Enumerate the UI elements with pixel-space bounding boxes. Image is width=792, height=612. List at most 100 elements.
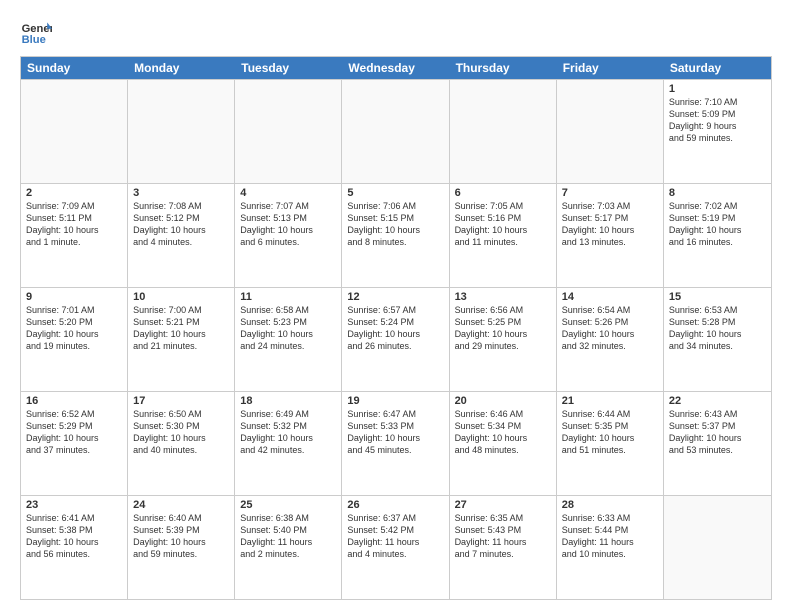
calendar-row-1: 2Sunrise: 7:09 AM Sunset: 5:11 PM Daylig…	[21, 183, 771, 287]
logo: General Blue	[20, 16, 56, 48]
calendar-row-4: 23Sunrise: 6:41 AM Sunset: 5:38 PM Dayli…	[21, 495, 771, 599]
day-text: Sunrise: 6:44 AM Sunset: 5:35 PM Dayligh…	[562, 408, 658, 457]
day-number: 16	[26, 395, 122, 407]
day-text: Sunrise: 6:54 AM Sunset: 5:26 PM Dayligh…	[562, 304, 658, 353]
day-number: 3	[133, 187, 229, 199]
day-cell-11: 11Sunrise: 6:58 AM Sunset: 5:23 PM Dayli…	[235, 288, 342, 391]
day-cell-5: 5Sunrise: 7:06 AM Sunset: 5:15 PM Daylig…	[342, 184, 449, 287]
day-number: 21	[562, 395, 658, 407]
calendar-row-2: 9Sunrise: 7:01 AM Sunset: 5:20 PM Daylig…	[21, 287, 771, 391]
header-cell-friday: Friday	[557, 57, 664, 79]
day-cell-9: 9Sunrise: 7:01 AM Sunset: 5:20 PM Daylig…	[21, 288, 128, 391]
calendar-row-0: 1Sunrise: 7:10 AM Sunset: 5:09 PM Daylig…	[21, 79, 771, 183]
day-number: 25	[240, 499, 336, 511]
day-text: Sunrise: 6:50 AM Sunset: 5:30 PM Dayligh…	[133, 408, 229, 457]
day-cell-16: 16Sunrise: 6:52 AM Sunset: 5:29 PM Dayli…	[21, 392, 128, 495]
day-cell-14: 14Sunrise: 6:54 AM Sunset: 5:26 PM Dayli…	[557, 288, 664, 391]
day-number: 7	[562, 187, 658, 199]
day-text: Sunrise: 7:00 AM Sunset: 5:21 PM Dayligh…	[133, 304, 229, 353]
day-number: 18	[240, 395, 336, 407]
day-text: Sunrise: 7:02 AM Sunset: 5:19 PM Dayligh…	[669, 200, 766, 249]
day-text: Sunrise: 6:47 AM Sunset: 5:33 PM Dayligh…	[347, 408, 443, 457]
day-cell-24: 24Sunrise: 6:40 AM Sunset: 5:39 PM Dayli…	[128, 496, 235, 599]
calendar: SundayMondayTuesdayWednesdayThursdayFrid…	[20, 56, 772, 600]
day-number: 15	[669, 291, 766, 303]
logo-icon: General Blue	[20, 16, 52, 48]
day-cell-15: 15Sunrise: 6:53 AM Sunset: 5:28 PM Dayli…	[664, 288, 771, 391]
day-text: Sunrise: 6:58 AM Sunset: 5:23 PM Dayligh…	[240, 304, 336, 353]
calendar-row-3: 16Sunrise: 6:52 AM Sunset: 5:29 PM Dayli…	[21, 391, 771, 495]
day-cell-22: 22Sunrise: 6:43 AM Sunset: 5:37 PM Dayli…	[664, 392, 771, 495]
day-number: 5	[347, 187, 443, 199]
day-cell-27: 27Sunrise: 6:35 AM Sunset: 5:43 PM Dayli…	[450, 496, 557, 599]
calendar-body: 1Sunrise: 7:10 AM Sunset: 5:09 PM Daylig…	[21, 79, 771, 599]
day-number: 4	[240, 187, 336, 199]
day-cell-20: 20Sunrise: 6:46 AM Sunset: 5:34 PM Dayli…	[450, 392, 557, 495]
day-number: 26	[347, 499, 443, 511]
day-cell-17: 17Sunrise: 6:50 AM Sunset: 5:30 PM Dayli…	[128, 392, 235, 495]
day-text: Sunrise: 6:49 AM Sunset: 5:32 PM Dayligh…	[240, 408, 336, 457]
day-cell-21: 21Sunrise: 6:44 AM Sunset: 5:35 PM Dayli…	[557, 392, 664, 495]
day-text: Sunrise: 7:07 AM Sunset: 5:13 PM Dayligh…	[240, 200, 336, 249]
empty-cell-0-3	[342, 80, 449, 183]
day-number: 11	[240, 291, 336, 303]
day-number: 28	[562, 499, 658, 511]
day-text: Sunrise: 6:52 AM Sunset: 5:29 PM Dayligh…	[26, 408, 122, 457]
day-text: Sunrise: 6:46 AM Sunset: 5:34 PM Dayligh…	[455, 408, 551, 457]
day-cell-10: 10Sunrise: 7:00 AM Sunset: 5:21 PM Dayli…	[128, 288, 235, 391]
day-text: Sunrise: 6:35 AM Sunset: 5:43 PM Dayligh…	[455, 512, 551, 561]
day-number: 24	[133, 499, 229, 511]
empty-cell-0-5	[557, 80, 664, 183]
empty-cell-0-1	[128, 80, 235, 183]
day-cell-28: 28Sunrise: 6:33 AM Sunset: 5:44 PM Dayli…	[557, 496, 664, 599]
day-number: 8	[669, 187, 766, 199]
day-cell-6: 6Sunrise: 7:05 AM Sunset: 5:16 PM Daylig…	[450, 184, 557, 287]
day-cell-23: 23Sunrise: 6:41 AM Sunset: 5:38 PM Dayli…	[21, 496, 128, 599]
day-number: 19	[347, 395, 443, 407]
header-cell-monday: Monday	[128, 57, 235, 79]
day-text: Sunrise: 7:08 AM Sunset: 5:12 PM Dayligh…	[133, 200, 229, 249]
day-cell-4: 4Sunrise: 7:07 AM Sunset: 5:13 PM Daylig…	[235, 184, 342, 287]
day-cell-1: 1Sunrise: 7:10 AM Sunset: 5:09 PM Daylig…	[664, 80, 771, 183]
day-text: Sunrise: 6:40 AM Sunset: 5:39 PM Dayligh…	[133, 512, 229, 561]
header-cell-sunday: Sunday	[21, 57, 128, 79]
day-text: Sunrise: 7:09 AM Sunset: 5:11 PM Dayligh…	[26, 200, 122, 249]
day-number: 12	[347, 291, 443, 303]
day-cell-13: 13Sunrise: 6:56 AM Sunset: 5:25 PM Dayli…	[450, 288, 557, 391]
day-number: 10	[133, 291, 229, 303]
day-text: Sunrise: 6:57 AM Sunset: 5:24 PM Dayligh…	[347, 304, 443, 353]
day-cell-25: 25Sunrise: 6:38 AM Sunset: 5:40 PM Dayli…	[235, 496, 342, 599]
day-text: Sunrise: 7:05 AM Sunset: 5:16 PM Dayligh…	[455, 200, 551, 249]
day-number: 17	[133, 395, 229, 407]
day-cell-8: 8Sunrise: 7:02 AM Sunset: 5:19 PM Daylig…	[664, 184, 771, 287]
day-cell-3: 3Sunrise: 7:08 AM Sunset: 5:12 PM Daylig…	[128, 184, 235, 287]
day-text: Sunrise: 6:33 AM Sunset: 5:44 PM Dayligh…	[562, 512, 658, 561]
day-number: 2	[26, 187, 122, 199]
calendar-header: SundayMondayTuesdayWednesdayThursdayFrid…	[21, 57, 771, 79]
header-cell-saturday: Saturday	[664, 57, 771, 79]
day-text: Sunrise: 6:38 AM Sunset: 5:40 PM Dayligh…	[240, 512, 336, 561]
day-text: Sunrise: 6:56 AM Sunset: 5:25 PM Dayligh…	[455, 304, 551, 353]
page: General Blue SundayMondayTuesdayWednesda…	[0, 0, 792, 612]
day-number: 14	[562, 291, 658, 303]
day-number: 23	[26, 499, 122, 511]
day-cell-7: 7Sunrise: 7:03 AM Sunset: 5:17 PM Daylig…	[557, 184, 664, 287]
empty-cell-0-2	[235, 80, 342, 183]
svg-text:Blue: Blue	[22, 34, 46, 46]
empty-cell-0-0	[21, 80, 128, 183]
header-cell-thursday: Thursday	[450, 57, 557, 79]
day-text: Sunrise: 6:41 AM Sunset: 5:38 PM Dayligh…	[26, 512, 122, 561]
day-cell-18: 18Sunrise: 6:49 AM Sunset: 5:32 PM Dayli…	[235, 392, 342, 495]
header-cell-wednesday: Wednesday	[342, 57, 449, 79]
day-text: Sunrise: 7:01 AM Sunset: 5:20 PM Dayligh…	[26, 304, 122, 353]
day-cell-12: 12Sunrise: 6:57 AM Sunset: 5:24 PM Dayli…	[342, 288, 449, 391]
empty-cell-0-4	[450, 80, 557, 183]
day-number: 22	[669, 395, 766, 407]
day-text: Sunrise: 7:06 AM Sunset: 5:15 PM Dayligh…	[347, 200, 443, 249]
day-text: Sunrise: 7:10 AM Sunset: 5:09 PM Dayligh…	[669, 96, 766, 145]
day-cell-26: 26Sunrise: 6:37 AM Sunset: 5:42 PM Dayli…	[342, 496, 449, 599]
day-number: 27	[455, 499, 551, 511]
day-number: 1	[669, 83, 766, 95]
day-number: 6	[455, 187, 551, 199]
day-text: Sunrise: 7:03 AM Sunset: 5:17 PM Dayligh…	[562, 200, 658, 249]
